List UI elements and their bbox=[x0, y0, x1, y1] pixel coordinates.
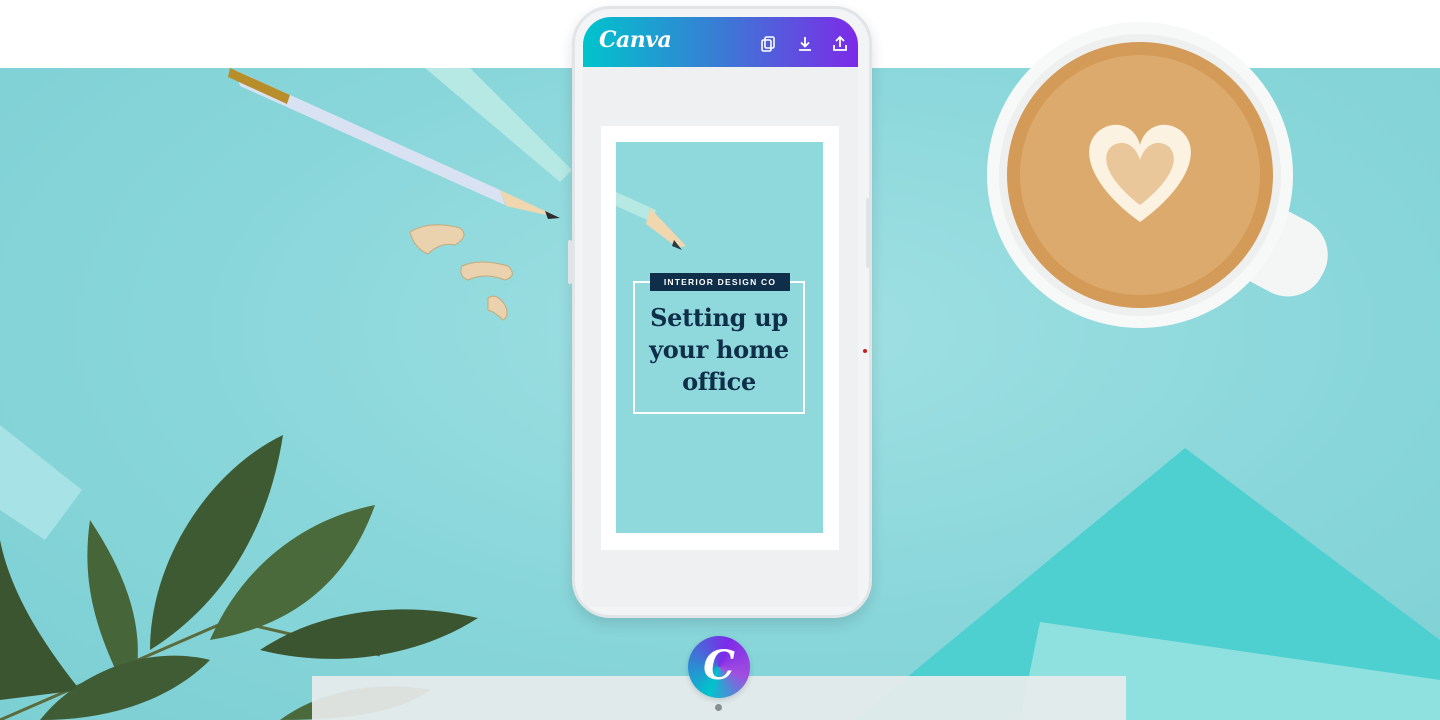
phone-volume-button bbox=[568, 240, 572, 284]
canva-wordmark[interactable]: Canva bbox=[599, 27, 672, 53]
cursor-dot bbox=[863, 349, 867, 353]
carousel-dot[interactable] bbox=[715, 704, 722, 711]
canva-logo-icon[interactable]: C bbox=[688, 636, 750, 698]
headline-line: your home bbox=[649, 335, 789, 364]
copy-icon[interactable] bbox=[759, 35, 777, 53]
logo-letter: C bbox=[703, 642, 735, 689]
design-headline: Setting up your home office bbox=[633, 302, 805, 398]
phone-side-button bbox=[866, 198, 870, 268]
coffee-cup bbox=[987, 22, 1328, 328]
pencil-lavender bbox=[228, 68, 560, 219]
headline-line: Setting up bbox=[650, 303, 788, 332]
pencil-shavings bbox=[409, 224, 513, 321]
design-card[interactable]: INTERIOR DESIGN CO Setting up your home … bbox=[616, 142, 823, 533]
headline-line: office bbox=[682, 367, 756, 396]
share-icon[interactable] bbox=[831, 35, 849, 53]
pencil-graphic bbox=[616, 192, 686, 250]
pencil-mint bbox=[425, 68, 572, 182]
sticky-note bbox=[0, 425, 82, 540]
canva-hero-scene: Canva INTERIOR DESIGN CO Setting up your… bbox=[0, 0, 1440, 720]
canva-app-bar: Canva bbox=[583, 17, 858, 67]
brand-tag: INTERIOR DESIGN CO bbox=[650, 273, 790, 291]
download-icon[interactable] bbox=[796, 35, 814, 53]
